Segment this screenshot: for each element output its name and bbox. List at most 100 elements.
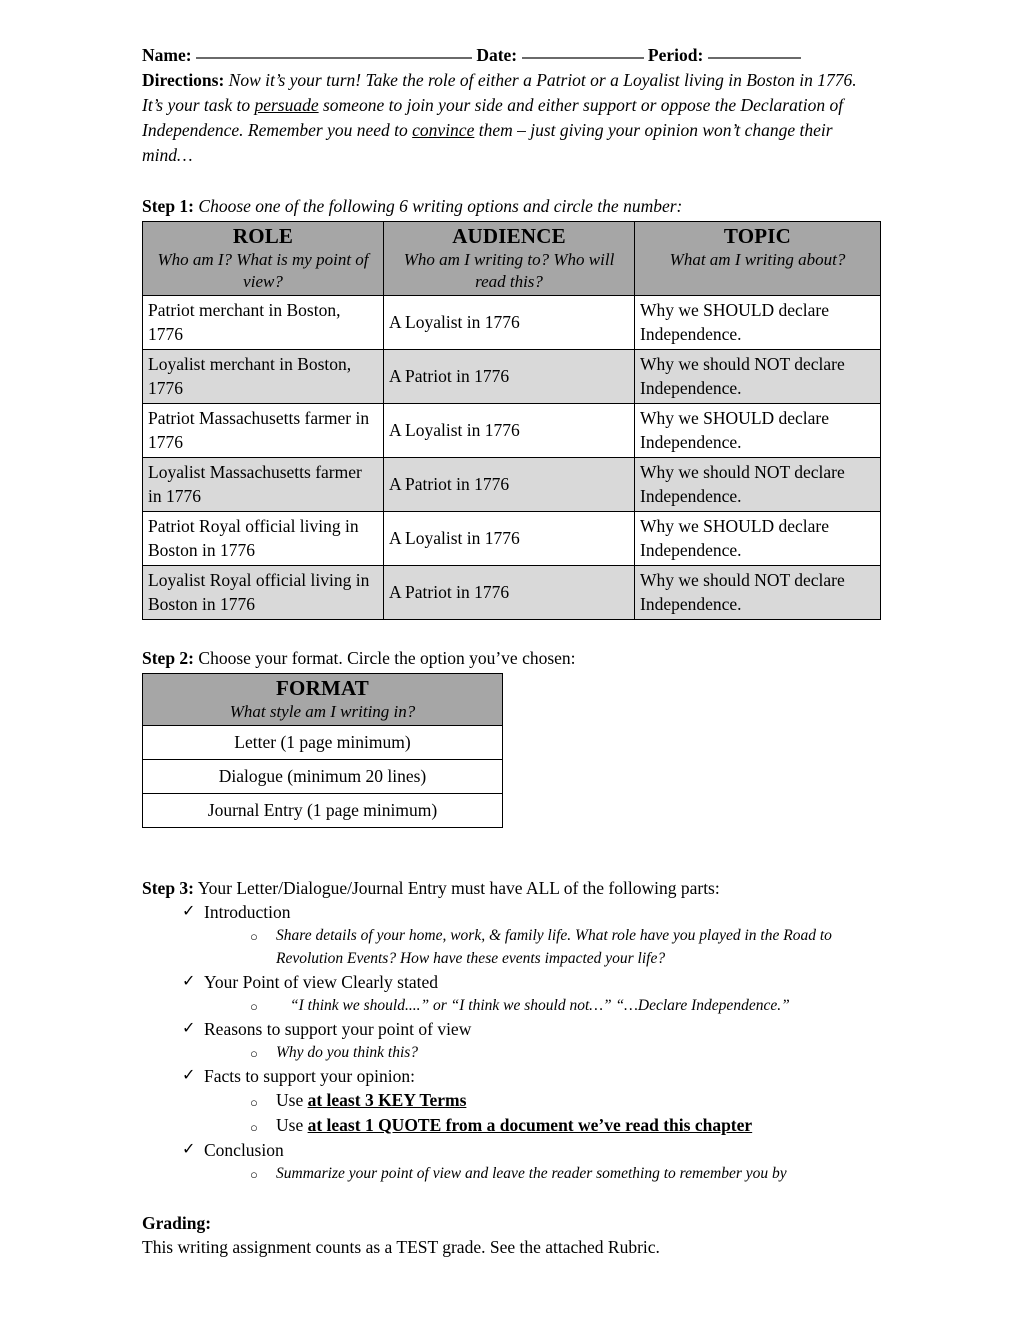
directions-convince-underline: convince: [412, 120, 475, 140]
raft-col-role-subtitle: Who am I? What is my point of view?: [157, 250, 369, 291]
circle-bullet-icon: ○: [250, 1120, 258, 1135]
raft-role-cell[interactable]: Loyalist merchant in Boston, 1776: [142, 349, 384, 404]
step3-number: Step 3:: [142, 878, 195, 898]
step1-number: Step 1:: [142, 196, 195, 216]
table-row[interactable]: Patriot Royal official living in Boston …: [142, 511, 881, 566]
raft-table: ROLE Who am I? What is my point of view?…: [142, 221, 881, 620]
raft-col-topic-subtitle: What am I writing about?: [669, 250, 846, 269]
format-table: FORMAT What style am I writing in? Lette…: [142, 673, 503, 828]
raft-col-role: ROLE Who am I? What is my point of view?: [142, 221, 384, 296]
step3-item-label: Conclusion: [204, 1140, 284, 1160]
circle-bullet-icon: ○: [250, 1095, 258, 1110]
raft-audience-cell[interactable]: A Loyalist in 1776: [383, 295, 635, 350]
name-label: Name:: [142, 45, 192, 65]
raft-role-cell[interactable]: Loyalist Royal official living in Boston…: [142, 565, 384, 620]
list-item: ○ Share details of your home, work, & fa…: [142, 924, 880, 970]
format-option-letter[interactable]: Letter (1 page minimum): [142, 725, 503, 760]
step3-subitem-emphasis: at least 1 QUOTE from a document we’ve r…: [307, 1115, 753, 1135]
raft-col-role-title: ROLE: [232, 224, 294, 248]
circle-bullet-icon: ○: [250, 1046, 258, 1061]
raft-topic-cell[interactable]: Why we should NOT declare Independence.: [634, 565, 881, 620]
period-field[interactable]: [707, 57, 801, 59]
table-row[interactable]: Patriot Massachusetts farmer in 1776 A L…: [142, 403, 881, 458]
raft-col-topic: TOPIC What am I writing about?: [634, 221, 881, 296]
grading-heading: Grading:: [142, 1213, 212, 1233]
step3-subitem-text: Why do you think this?: [276, 1044, 419, 1061]
step3-item-label: Facts to support your opinion:: [204, 1066, 415, 1086]
format-subtitle: What style am I writing in?: [229, 702, 416, 721]
list-item: ○ Use at least 3 KEY Terms: [142, 1088, 880, 1113]
raft-role-cell[interactable]: Patriot Massachusetts farmer in 1776: [142, 403, 384, 458]
format-header-row: FORMAT What style am I writing in?: [142, 673, 503, 726]
raft-audience-cell[interactable]: A Loyalist in 1776: [383, 403, 635, 458]
directions-label: Directions:: [142, 70, 225, 90]
raft-col-audience-title: AUDIENCE: [452, 224, 566, 248]
raft-col-audience-subtitle: Who am I writing to? Who will read this?: [403, 250, 615, 291]
raft-audience-cell[interactable]: A Patriot in 1776: [383, 565, 635, 620]
list-item: ✓ Reasons to support your point of view: [142, 1017, 880, 1041]
step1-text: Choose one of the following 6 writing op…: [194, 196, 683, 216]
step1-heading: Step 1: Choose one of the following 6 wr…: [142, 194, 880, 218]
step3-item-label: Your Point of view Clearly stated: [204, 972, 438, 992]
step3-item-label: Introduction: [204, 902, 291, 922]
raft-role-cell[interactable]: Patriot Royal official living in Boston …: [142, 511, 384, 566]
table-row[interactable]: Patriot merchant in Boston, 1776 A Loyal…: [142, 295, 881, 350]
directions-persuade-underline: persuade: [254, 95, 319, 115]
raft-header-row: ROLE Who am I? What is my point of view?…: [142, 221, 881, 296]
raft-topic-cell[interactable]: Why we SHOULD declare Independence.: [634, 295, 881, 350]
check-icon: ✓: [182, 973, 196, 990]
list-item: ✓ Facts to support your opinion:: [142, 1064, 880, 1088]
raft-topic-cell[interactable]: Why we SHOULD declare Independence.: [634, 403, 881, 458]
check-icon: ✓: [182, 1020, 196, 1037]
raft-topic-cell[interactable]: Why we SHOULD declare Independence.: [634, 511, 881, 566]
raft-audience-cell[interactable]: A Patriot in 1776: [383, 457, 635, 512]
name-field[interactable]: [195, 57, 472, 59]
raft-role-cell[interactable]: Patriot merchant in Boston, 1776: [142, 295, 384, 350]
list-item: ○ Why do you think this?: [142, 1041, 880, 1064]
period-label: Period:: [647, 45, 704, 65]
list-item: ○ Use at least 1 QUOTE from a document we…: [142, 1113, 880, 1138]
step3-subitem-prefix: Use: [276, 1090, 308, 1110]
table-row[interactable]: Loyalist merchant in Boston, 1776 A Patr…: [142, 349, 881, 404]
format-title: FORMAT: [276, 676, 369, 700]
check-icon: ✓: [182, 1141, 196, 1158]
table-row[interactable]: Loyalist Massachusetts farmer in 1776 A …: [142, 457, 881, 512]
format-option-journal[interactable]: Journal Entry (1 page minimum): [142, 793, 503, 828]
step2-number: Step 2:: [142, 648, 195, 668]
grading-body: This writing assignment counts as a TEST…: [142, 1237, 660, 1257]
table-row[interactable]: Loyalist Royal official living in Boston…: [142, 565, 881, 620]
list-item: ✓ Your Point of view Clearly stated: [142, 970, 880, 994]
format-header-cell: FORMAT What style am I writing in?: [142, 673, 503, 726]
directions-paragraph: Directions: Now it’s your turn! Take the…: [142, 68, 872, 168]
list-item: ○ “I think we should....” or “I think we…: [142, 994, 880, 1017]
date-label: Date:: [476, 45, 518, 65]
step3-subitem-text: Share details of your home, work, & fami…: [276, 927, 832, 967]
raft-topic-cell[interactable]: Why we should NOT declare Independence.: [634, 349, 881, 404]
check-icon: ✓: [182, 903, 196, 920]
check-icon: ✓: [182, 1067, 196, 1084]
circle-bullet-icon: ○: [250, 1167, 258, 1182]
raft-col-audience: AUDIENCE Who am I writing to? Who will r…: [383, 221, 635, 296]
student-info-row: Name: Date: Period:: [142, 44, 880, 66]
step3-subitem-text: “I think we should....” or “I think we s…: [290, 997, 790, 1014]
step3-subitem-text: Summarize your point of view and leave t…: [276, 1165, 787, 1182]
date-field[interactable]: [521, 57, 644, 59]
raft-col-topic-title: TOPIC: [723, 224, 792, 248]
worksheet-page: Name: Date: Period: Directions: Now it’s…: [142, 44, 881, 1259]
step2-text: Choose your format. Circle the option yo…: [194, 648, 576, 668]
step2-heading: Step 2: Choose your format. Circle the o…: [142, 646, 880, 670]
circle-bullet-icon: ○: [250, 929, 258, 944]
list-item: ✓ Conclusion: [142, 1138, 880, 1162]
step3-subitem-prefix: Use: [276, 1115, 308, 1135]
format-option-dialogue[interactable]: Dialogue (minimum 20 lines): [142, 759, 503, 794]
step3-text: Your Letter/Dialogue/Journal Entry must …: [194, 878, 720, 898]
raft-topic-cell[interactable]: Why we should NOT declare Independence.: [634, 457, 881, 512]
table-row[interactable]: Letter (1 page minimum): [142, 725, 503, 760]
table-row[interactable]: Dialogue (minimum 20 lines): [142, 759, 503, 794]
raft-audience-cell[interactable]: A Patriot in 1776: [383, 349, 635, 404]
list-item: ○ Summarize your point of view and leave…: [142, 1162, 880, 1185]
raft-audience-cell[interactable]: A Loyalist in 1776: [383, 511, 635, 566]
step3-heading: Step 3: Your Letter/Dialogue/Journal Ent…: [142, 876, 880, 900]
raft-role-cell[interactable]: Loyalist Massachusetts farmer in 1776: [142, 457, 384, 512]
table-row[interactable]: Journal Entry (1 page minimum): [142, 793, 503, 828]
